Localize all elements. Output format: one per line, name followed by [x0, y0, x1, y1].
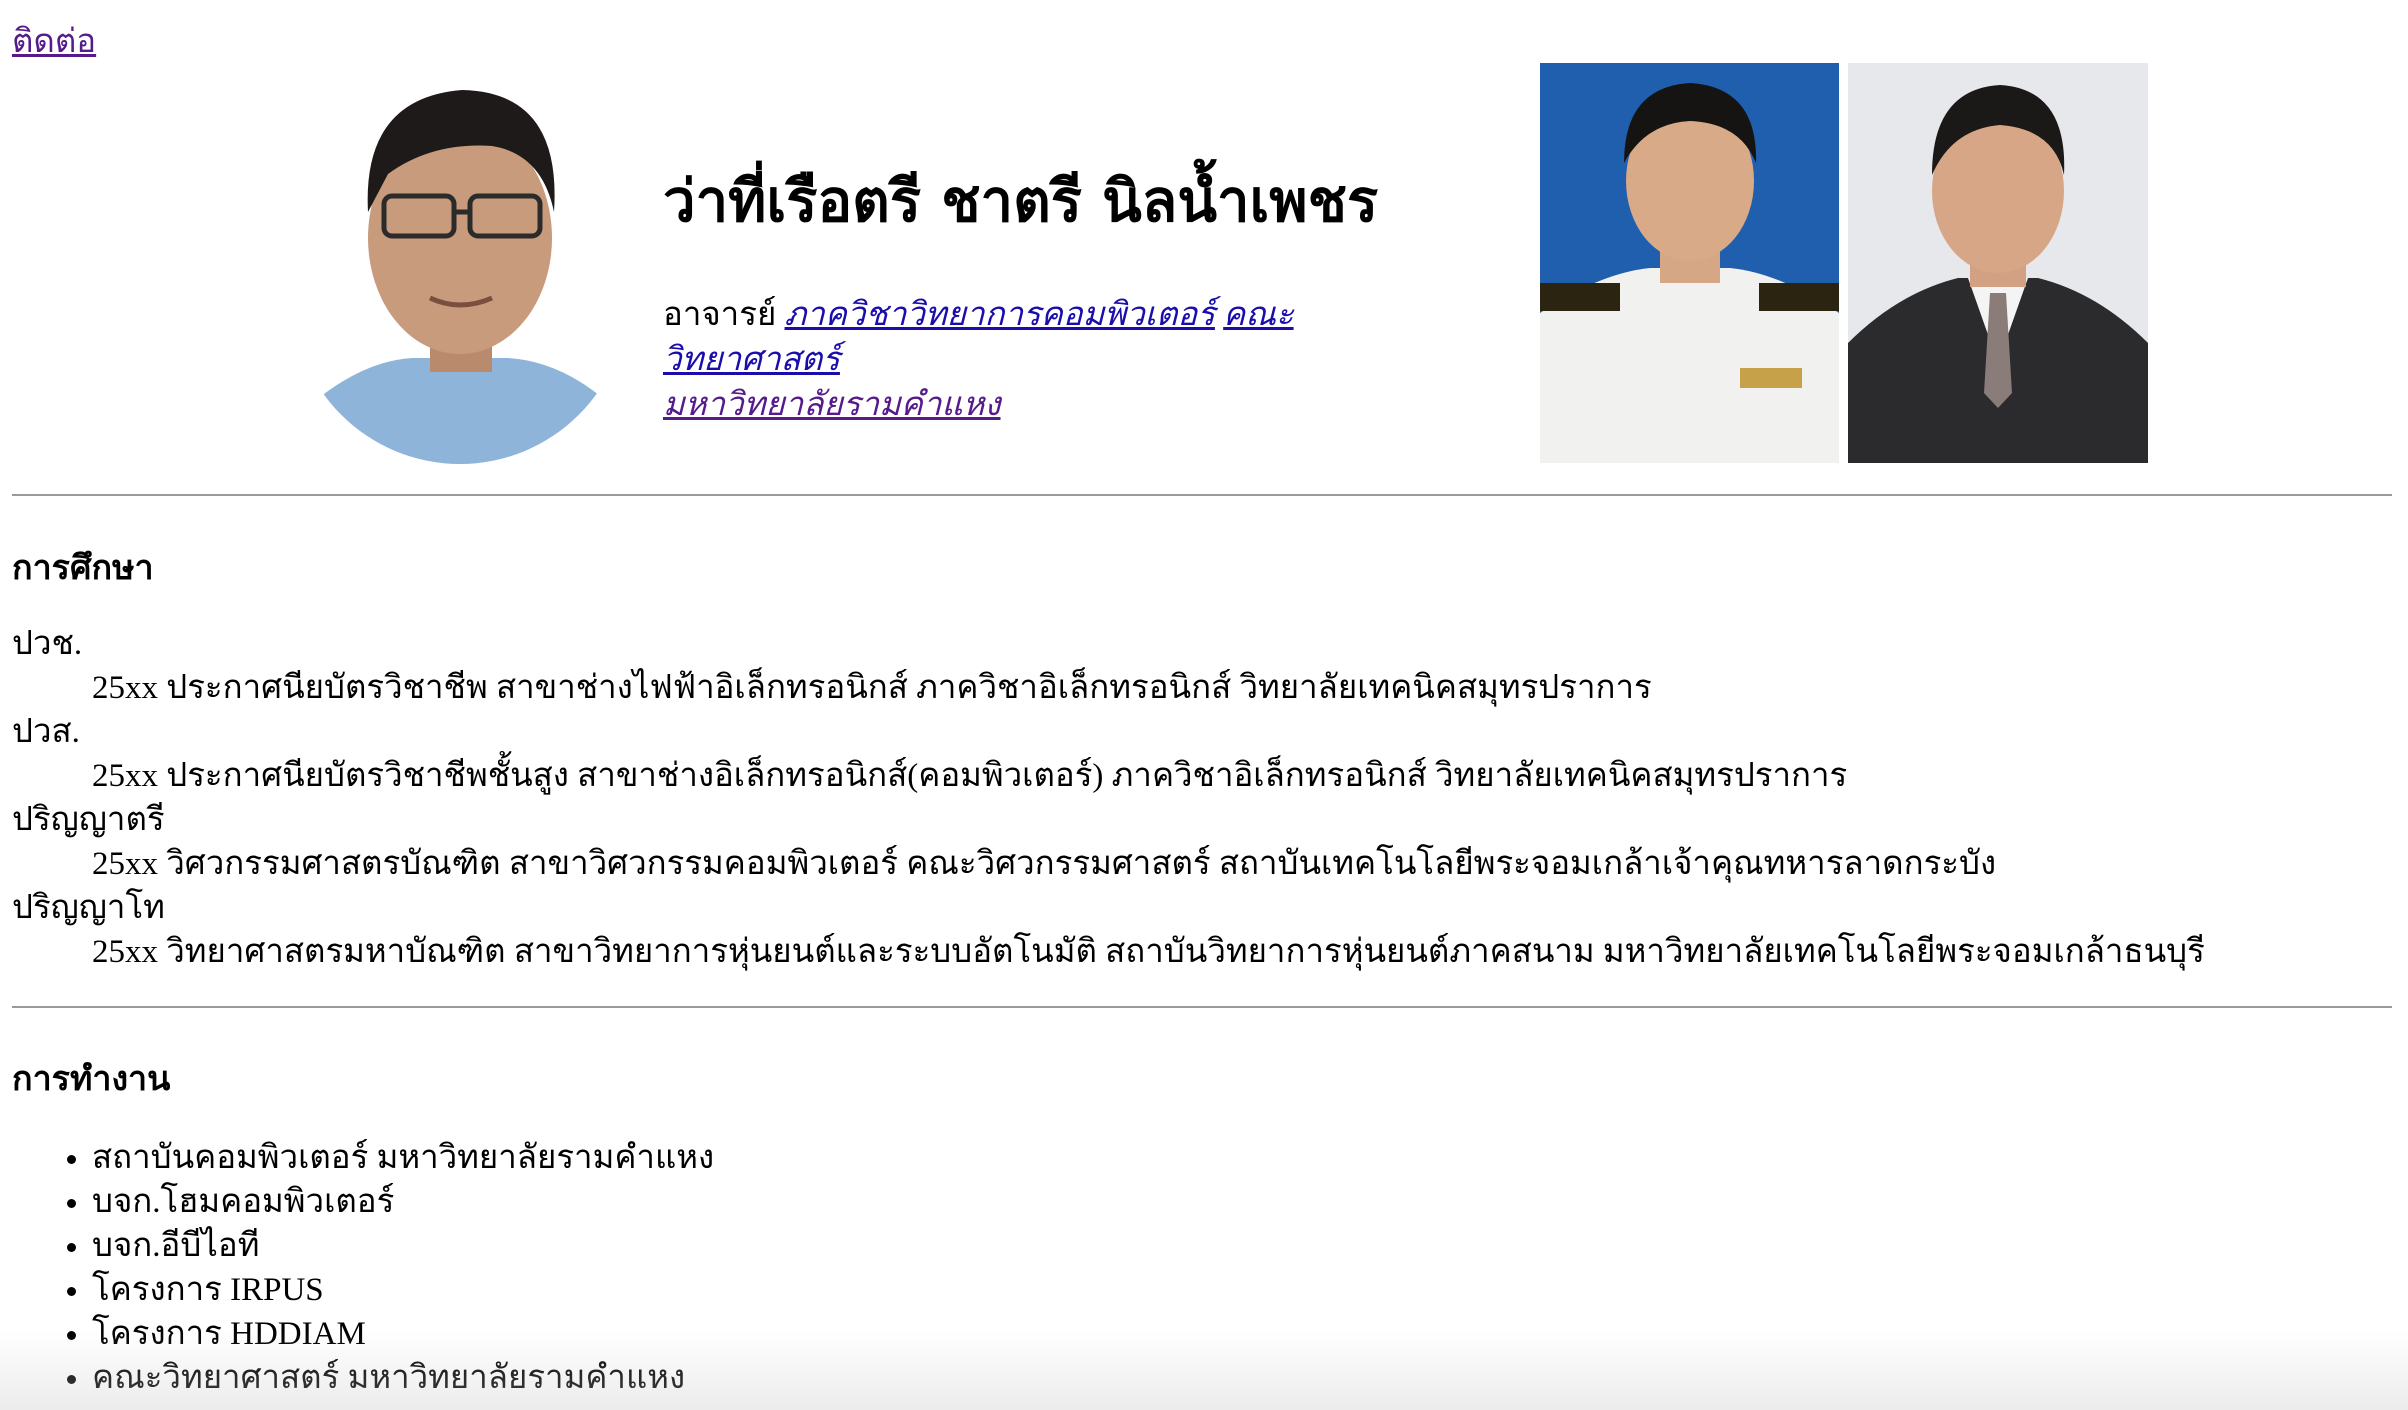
work-list: สถาบันคอมพิวเตอร์ มหาวิทยาลัยรามคำแหง บจ… [12, 1136, 714, 1400]
list-item: สถาบันคอมพิวเตอร์ มหาวิทยาลัยรามคำแหง [92, 1136, 714, 1180]
list-item: บจก.โฮมคอมพิวเตอร์ [92, 1180, 714, 1224]
list-item: คณะวิทยาศาสตร์ มหาวิทยาลัยรามคำแหง [92, 1356, 714, 1400]
portrait-image [292, 62, 628, 464]
section-divider [12, 494, 2392, 496]
education-detail: 25xx วิศวกรรมศาสตรบัณฑิต สาขาวิศวกรรมคอม… [92, 846, 1997, 882]
suit-portrait-image [1848, 63, 2148, 463]
uniform-photo [1540, 63, 1839, 463]
work-heading: การทำงาน [12, 1059, 171, 1099]
university-link[interactable]: มหาวิทยาลัยรามคำแหง [663, 387, 1001, 423]
department-link[interactable]: ภาควิชาวิทยาการคอมพิวเตอร์ [785, 297, 1215, 333]
position-label: อาจารย์ [663, 297, 777, 333]
education-level: ปวส. [12, 714, 80, 750]
list-item: บจก.อีบีไอที [92, 1224, 714, 1268]
education-detail: 25xx ประกาศนียบัตรวิชาชีพชั้นสูง สาขาช่า… [92, 758, 1848, 794]
suit-photo [1848, 63, 2148, 463]
education-detail: 25xx วิทยาศาสตรมหาบัณฑิต สาขาวิทยาการหุ่… [92, 934, 2205, 970]
profile-avatar [292, 62, 628, 464]
page-title: ว่าที่เรือตรี ชาตรี นิลน้ำเพชร [663, 167, 1379, 235]
education-detail: 25xx ประกาศนียบัตรวิชาชีพ สาขาช่างไฟฟ้าอ… [92, 670, 1652, 706]
affiliation: อาจารย์ ภาควิชาวิทยาการคอมพิวเตอร์ คณะวิ… [663, 293, 1423, 428]
list-item: โครงการ HDDIAM [92, 1312, 714, 1356]
section-divider [12, 1006, 2392, 1008]
profile-header: ว่าที่เรือตรี ชาตรี นิลน้ำเพชร อาจารย์ ภ… [0, 0, 2408, 480]
education-list: ปวช. 25xx ประกาศนียบัตรวิชาชีพ สาขาช่างไ… [12, 622, 2205, 974]
uniform-portrait-image [1540, 63, 1839, 463]
education-level: ปวช. [12, 626, 83, 662]
list-item: โครงการ IRPUS [92, 1268, 714, 1312]
education-level: ปริญญาตรี [12, 802, 165, 838]
education-heading: การศึกษา [12, 548, 154, 588]
education-level: ปริญญาโท [12, 890, 165, 926]
